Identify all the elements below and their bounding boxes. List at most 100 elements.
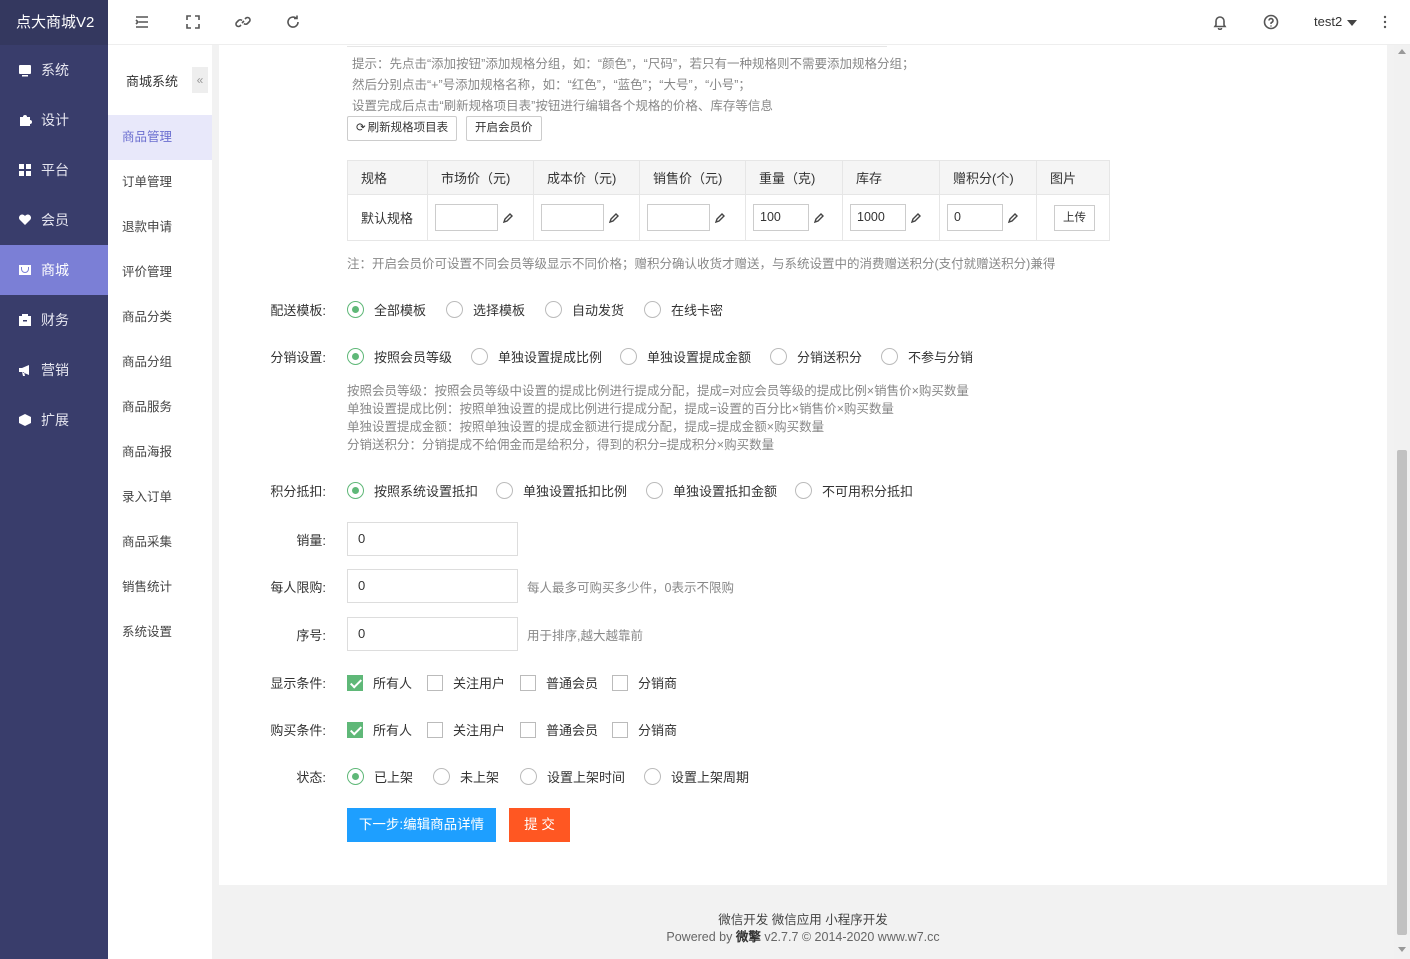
col-stock: 库存 (842, 160, 940, 195)
scroll-down-icon[interactable] (1398, 947, 1406, 952)
subnav-item-orders[interactable]: 订单管理 (108, 160, 212, 205)
scroll-thumb[interactable] (1397, 450, 1407, 935)
stock-input[interactable]: 1000 (850, 204, 906, 231)
option-label: 已上架 (374, 770, 414, 785)
sales-input[interactable]: 0 (347, 522, 518, 556)
points-option-amount[interactable]: 单独设置抵扣金额 (646, 481, 777, 500)
distribution-option-level[interactable]: 按照会员等级 (347, 347, 452, 366)
spec-note: 注：开启会员价可设置不同会员等级显示不同价格；赠积分确认收货才赠送，与系统设置中… (347, 257, 1056, 271)
subnav-item-settings[interactable]: 系统设置 (108, 610, 212, 655)
batch-edit-icon[interactable] (910, 212, 922, 224)
show-cond-distributors[interactable]: 分销商 (612, 673, 677, 692)
subnav-item-services[interactable]: 商品服务 (108, 385, 212, 430)
option-label: 单独设置提成比例 (498, 350, 603, 365)
subnav-item-refunds[interactable]: 退款申请 (108, 205, 212, 250)
sort-input[interactable]: 0 (347, 617, 518, 651)
points-option-ratio[interactable]: 单独设置抵扣比例 (496, 481, 627, 500)
scroll-up-icon[interactable] (1398, 49, 1406, 54)
distribution-option-ratio[interactable]: 单独设置提成比例 (471, 347, 602, 366)
link-icon[interactable] (234, 13, 252, 31)
distribution-option-points[interactable]: 分销送积分 (770, 347, 862, 366)
table-row: 默认规格 100 1000 0 上传 (347, 194, 1110, 241)
distribution-option-none[interactable]: 不参与分销 (881, 347, 973, 366)
upload-button[interactable]: 上传 (1054, 204, 1095, 231)
subnav-item-groups[interactable]: 商品分组 (108, 340, 212, 385)
limit-input[interactable]: 0 (347, 569, 518, 603)
status-option-on[interactable]: 已上架 (347, 767, 413, 786)
points-option-system[interactable]: 按照系统设置抵扣 (347, 481, 478, 500)
batch-edit-icon[interactable] (502, 212, 514, 224)
subnav-item-reviews[interactable]: 评价管理 (108, 250, 212, 295)
checkbox (520, 674, 536, 691)
show-cond-members[interactable]: 普通会员 (520, 673, 598, 692)
help-icon[interactable] (1262, 13, 1280, 31)
more-vertical-icon[interactable] (1376, 13, 1394, 31)
subnav-title: 商城系统 (126, 73, 179, 89)
status-option-off[interactable]: 未上架 (433, 767, 499, 786)
batch-edit-icon[interactable] (813, 212, 825, 224)
subnav-item-categories[interactable]: 商品分类 (108, 295, 212, 340)
show-cond-followers[interactable]: 关注用户 (427, 673, 505, 692)
next-step-button[interactable]: 下一步:编辑商品详情 (347, 808, 496, 842)
status-option-cycle[interactable]: 设置上架周期 (644, 767, 749, 786)
distribution-option-amount[interactable]: 单独设置提成金额 (620, 347, 751, 366)
buy-cond-all[interactable]: 所有人 (347, 720, 412, 739)
cell-sell-price (639, 194, 746, 241)
option-label: 分销商 (638, 723, 678, 738)
sidebar-item-finance[interactable]: 财务 (0, 295, 108, 345)
sidebar-item-member[interactable]: 会员 (0, 195, 108, 245)
weight-input[interactable]: 100 (753, 204, 809, 231)
option-label: 在线卡密 (671, 303, 724, 318)
subnav-item-sales-stats[interactable]: 销售统计 (108, 565, 212, 610)
sidebar-item-marketing[interactable]: 营销 (0, 345, 108, 395)
col-points: 赠积分(个) (939, 160, 1037, 195)
sidebar-item-extension[interactable]: 扩展 (0, 395, 108, 445)
sub-sidebar: 商城系统 « 商品管理 订单管理 退款申请 评价管理 商品分类 商品分组 商品服… (108, 45, 212, 959)
brand-name[interactable]: 微擎 (736, 930, 761, 944)
sell-price-input[interactable] (647, 204, 710, 231)
submit-button[interactable]: 提 交 (509, 808, 570, 842)
buy-cond-members[interactable]: 普通会员 (520, 720, 598, 739)
sidebar-item-system[interactable]: 系统 (0, 45, 108, 95)
radio-checked (347, 348, 364, 365)
delivery-option-card[interactable]: 在线卡密 (644, 300, 723, 319)
collapse-button[interactable]: « (192, 67, 208, 93)
sidebar-item-shop[interactable]: 商城 (0, 245, 108, 295)
refresh-icon[interactable] (284, 13, 302, 31)
member-price-button[interactable]: 开启会员价 (466, 116, 542, 141)
subnav-item-enter-order[interactable]: 录入订单 (108, 475, 212, 520)
bell-icon[interactable] (1211, 13, 1229, 31)
sidebar-item-platform[interactable]: 平台 (0, 145, 108, 195)
page-scrollbar[interactable] (1394, 45, 1410, 959)
delivery-option-select[interactable]: 选择模板 (446, 300, 525, 319)
points-input[interactable]: 0 (947, 204, 1003, 231)
sidebar-menu: 系统 设计 平台 会员 商城 财务 营销 扩展 (0, 45, 108, 445)
col-market-price: 市场价（元) (427, 160, 534, 195)
status-option-time[interactable]: 设置上架时间 (520, 767, 625, 786)
subnav-item-product-manage[interactable]: 商品管理 (108, 115, 212, 160)
radio (644, 301, 661, 318)
points-option-none[interactable]: 不可用积分抵扣 (795, 481, 913, 500)
delivery-option-all[interactable]: 全部模板 (347, 300, 426, 319)
batch-edit-icon[interactable] (608, 212, 620, 224)
subnav-item-collect[interactable]: 商品采集 (108, 520, 212, 565)
show-cond-all[interactable]: 所有人 (347, 673, 412, 692)
batch-edit-icon[interactable] (1007, 212, 1019, 224)
sales-label: 销量: (296, 533, 326, 548)
delivery-option-auto[interactable]: 自动发货 (545, 300, 624, 319)
cost-price-input[interactable] (541, 204, 604, 231)
user-menu[interactable]: test2 (1314, 14, 1358, 29)
market-price-input[interactable] (435, 204, 498, 231)
option-label: 不可用积分抵扣 (822, 484, 914, 499)
batch-edit-icon[interactable] (714, 212, 726, 224)
monitor-icon (18, 63, 32, 77)
sidebar-item-design[interactable]: 设计 (0, 95, 108, 145)
refresh-spec-button[interactable]: ⟳ 刷新规格项目表 (347, 116, 458, 141)
buy-cond-distributors[interactable]: 分销商 (612, 720, 677, 739)
heart-icon (18, 213, 32, 227)
fullscreen-icon[interactable] (184, 13, 202, 31)
spec-name: 默认规格 (347, 194, 428, 241)
menu-toggle-icon[interactable] (133, 13, 151, 31)
buy-cond-followers[interactable]: 关注用户 (427, 720, 505, 739)
subnav-item-posters[interactable]: 商品海报 (108, 430, 212, 475)
